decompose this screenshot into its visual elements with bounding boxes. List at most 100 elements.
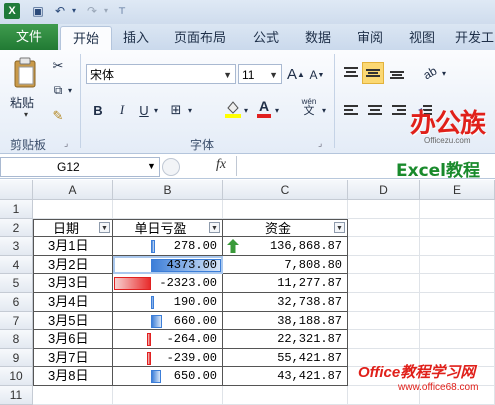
tab-view[interactable]: 视图: [402, 26, 442, 50]
grid-cell[interactable]: [348, 255, 420, 275]
borders-icon[interactable]: ⊞: [166, 100, 186, 120]
grid-cell[interactable]: 43,421.87: [223, 367, 348, 386]
grid-cell[interactable]: [420, 293, 495, 312]
tab-page-layout[interactable]: 页面布局: [170, 26, 230, 50]
row-header[interactable]: 3: [0, 237, 33, 256]
grid-cell[interactable]: [420, 237, 495, 256]
tab-developer[interactable]: 开发工: [452, 26, 495, 50]
tab-insert[interactable]: 插入: [116, 26, 156, 50]
grid-cell[interactable]: -2323.00: [113, 274, 223, 293]
grid-cell[interactable]: 55,421.87: [223, 348, 348, 368]
grid-cell[interactable]: 278.00: [113, 237, 223, 256]
grid-cell[interactable]: 3月8日: [33, 367, 113, 386]
grid-cell[interactable]: 190.00: [113, 293, 223, 312]
grid-cell[interactable]: 22,321.87: [223, 330, 348, 349]
clipboard-launcher-icon[interactable]: ⌟: [64, 138, 68, 149]
grid-cell[interactable]: [420, 274, 495, 293]
cut-icon[interactable]: ✂: [50, 58, 66, 74]
borders-dropdown-icon[interactable]: ▾: [186, 100, 194, 120]
align-bottom-icon[interactable]: [388, 64, 406, 82]
grid-cell[interactable]: 650.00: [113, 367, 223, 386]
underline-button[interactable]: U: [136, 100, 152, 120]
align-right-icon[interactable]: [390, 102, 408, 120]
underline-dropdown-icon[interactable]: ▾: [152, 100, 160, 120]
filter-dropdown-icon[interactable]: ▼: [334, 221, 345, 233]
grid-cell[interactable]: 3月1日: [33, 237, 113, 256]
paste-dropdown-icon[interactable]: ▾: [24, 110, 28, 119]
grid-cell[interactable]: 日期 ▼: [33, 218, 113, 238]
row-header[interactable]: 7: [0, 311, 33, 331]
font-size-select[interactable]: 11 ▼: [238, 64, 282, 84]
italic-button[interactable]: I: [114, 100, 130, 120]
name-box[interactable]: G12 ▼: [0, 157, 160, 177]
align-top-icon[interactable]: [342, 64, 360, 82]
row-header[interactable]: 5: [0, 274, 33, 293]
grid-cell[interactable]: 660.00: [113, 311, 223, 331]
grid-cell[interactable]: 3月3日: [33, 274, 113, 293]
grid-cell[interactable]: 136,868.87: [223, 237, 348, 256]
bold-button[interactable]: B: [90, 100, 106, 120]
column-header[interactable]: B: [113, 180, 223, 200]
orientation-dropdown-icon[interactable]: ▾: [440, 64, 448, 82]
grid-cell[interactable]: [348, 218, 420, 238]
grid-cell[interactable]: 38,188.87: [223, 311, 348, 331]
grid-cell[interactable]: [348, 330, 420, 349]
row-header[interactable]: 2: [0, 218, 33, 238]
filter-dropdown-icon[interactable]: ▼: [99, 221, 110, 233]
grid-cell[interactable]: [223, 200, 348, 219]
font-launcher-icon[interactable]: ⌟: [318, 138, 322, 149]
grid-cell[interactable]: 3月4日: [33, 293, 113, 312]
row-header[interactable]: 6: [0, 293, 33, 312]
grid-cell[interactable]: [420, 311, 495, 331]
grid-cell[interactable]: [420, 218, 495, 238]
grid-cell[interactable]: [348, 274, 420, 293]
grid-cell[interactable]: [420, 200, 495, 219]
row-header[interactable]: 4: [0, 255, 33, 275]
formula-bar-splitter-icon[interactable]: [162, 158, 180, 176]
align-center-icon[interactable]: [366, 102, 384, 120]
row-header[interactable]: 8: [0, 330, 33, 349]
grid-cell[interactable]: 资金 ▼: [223, 218, 348, 238]
grid-cell[interactable]: [348, 237, 420, 256]
grid-cell[interactable]: [223, 386, 348, 405]
tab-formulas[interactable]: 公式: [246, 26, 286, 50]
filter-dropdown-icon[interactable]: ▼: [209, 221, 220, 233]
column-header[interactable]: D: [348, 180, 420, 200]
grid-cell[interactable]: 单日亏盈 ▼: [113, 218, 223, 238]
row-header[interactable]: 10: [0, 367, 33, 386]
column-header[interactable]: E: [420, 180, 495, 200]
font-color-button[interactable]: A: [256, 97, 272, 119]
grid-cell[interactable]: 7,808.80: [223, 255, 348, 275]
grid-cell[interactable]: 3月7日: [33, 348, 113, 368]
grow-font-button[interactable]: A ▲: [287, 64, 305, 84]
select-all-corner[interactable]: [0, 180, 33, 200]
formula-input[interactable]: [240, 157, 390, 175]
phonetic-button[interactable]: wén 文: [298, 96, 320, 118]
shrink-font-button[interactable]: A ▼: [309, 66, 325, 84]
column-header[interactable]: C: [223, 180, 348, 200]
fill-color-dropdown-icon[interactable]: ▾: [242, 100, 250, 120]
paste-icon[interactable]: [10, 56, 40, 90]
undo-dropdown-icon[interactable]: ▾: [66, 3, 82, 19]
tab-data[interactable]: 数据: [298, 26, 338, 50]
align-left-icon[interactable]: [342, 102, 360, 120]
grid-cell[interactable]: [33, 386, 113, 405]
grid-cell[interactable]: [420, 255, 495, 275]
font-name-select[interactable]: 宋体 ▼: [86, 64, 236, 84]
grid-cell[interactable]: 4373.00: [113, 255, 223, 275]
grid-cell[interactable]: [33, 200, 113, 219]
grid-cell[interactable]: [113, 386, 223, 405]
phonetic-dropdown-icon[interactable]: ▾: [320, 100, 328, 120]
grid-cell[interactable]: [348, 200, 420, 219]
row-header[interactable]: 11: [0, 386, 33, 405]
grid-cell[interactable]: [113, 200, 223, 219]
tab-review[interactable]: 审阅: [350, 26, 390, 50]
fill-color-icon[interactable]: [224, 98, 242, 120]
tab-file[interactable]: 文件: [0, 24, 58, 50]
grid-cell[interactable]: 3月6日: [33, 330, 113, 349]
grid-cell[interactable]: 3月2日: [33, 255, 113, 275]
grid-cell[interactable]: [420, 330, 495, 349]
grid-cell[interactable]: [348, 311, 420, 331]
customize-toolbar-icon[interactable]: ⊤: [114, 3, 130, 19]
align-middle-icon[interactable]: [362, 62, 384, 84]
